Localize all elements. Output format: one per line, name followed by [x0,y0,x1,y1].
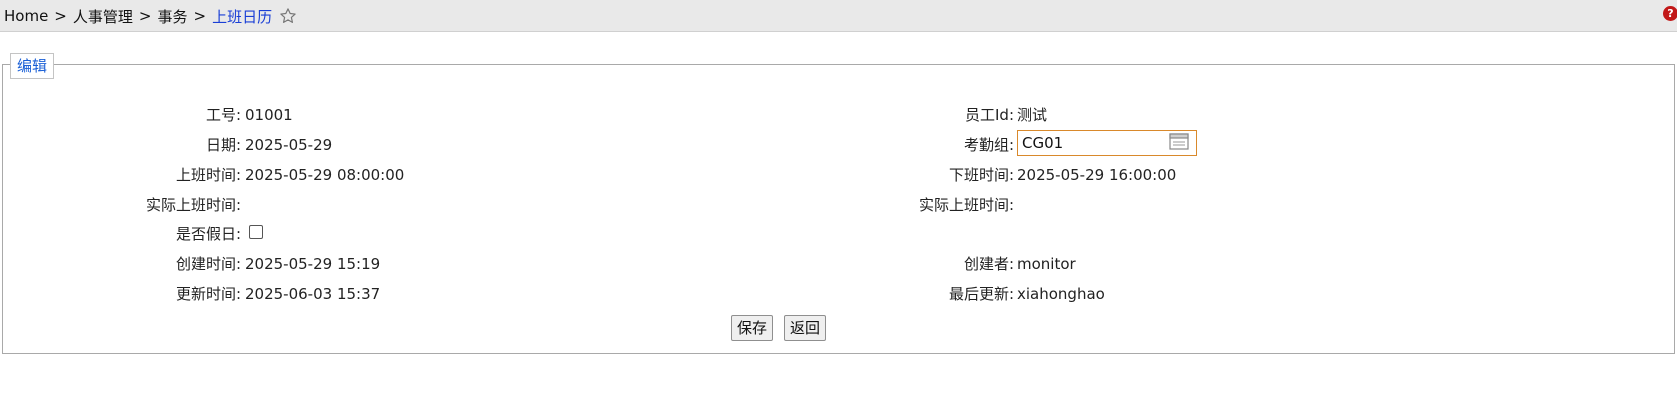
attendance-group-label: 考勤组: [963,136,1014,154]
breadcrumb-home[interactable]: Home [4,7,48,25]
breadcrumb-separator: > [54,7,67,25]
emp-no-value: 01001 [245,106,293,124]
back-button[interactable]: 返回 [784,315,827,341]
employee-id-value: 测试 [1017,106,1048,124]
actual-start-label-2: 实际上班时间: [918,196,1014,214]
help-icon[interactable]: ? [1663,6,1677,21]
end-time-label: 下班时间: [948,166,1014,184]
actual-start-label: 实际上班时间: [145,196,241,214]
breadcrumb-separator: > [193,7,207,25]
created-at-label: 创建时间: [175,255,241,273]
fieldset-legend: 编辑 [10,53,55,79]
breadcrumb-hr[interactable]: 人事管理 [73,6,133,27]
is-holiday-checkbox[interactable] [249,225,263,239]
breadcrumb-separator: > [138,7,152,25]
created-by-label: 创建者: [963,255,1014,273]
start-time-value: 2025-05-29 08:00:00 [245,166,405,184]
save-button[interactable]: 保存 [731,315,774,341]
employee-id-label: 员工Id: [965,106,1014,124]
emp-no-label: 工号: [205,106,241,124]
date-value: 2025-05-29 [245,136,333,154]
breadcrumb-affairs[interactable]: 事务 [157,6,187,27]
is-holiday-label: 是否假日: [175,225,241,243]
star-outline-icon[interactable] [279,7,297,25]
breadcrumb-current[interactable]: 上班日历 [212,6,272,27]
end-time-value: 2025-05-29 16:00:00 [1017,166,1177,184]
updated-by-value: xiahonghao [1017,285,1105,303]
updated-by-label: 最后更新: [948,285,1014,303]
breadcrumb: Home > 人事管理 > 事务 > 上班日历 [4,5,297,27]
created-by-value: monitor [1017,255,1076,273]
updated-at-value: 2025-06-03 15:37 [245,285,381,303]
updated-at-label: 更新时间: [175,285,241,303]
top-bar: Home > 人事管理 > 事务 > 上班日历 ? [0,0,1677,32]
date-label: 日期: [205,136,241,154]
lookup-list-icon[interactable] [1169,133,1189,151]
start-time-label: 上班时间: [175,166,241,184]
created-at-value: 2025-05-29 15:19 [245,255,381,273]
